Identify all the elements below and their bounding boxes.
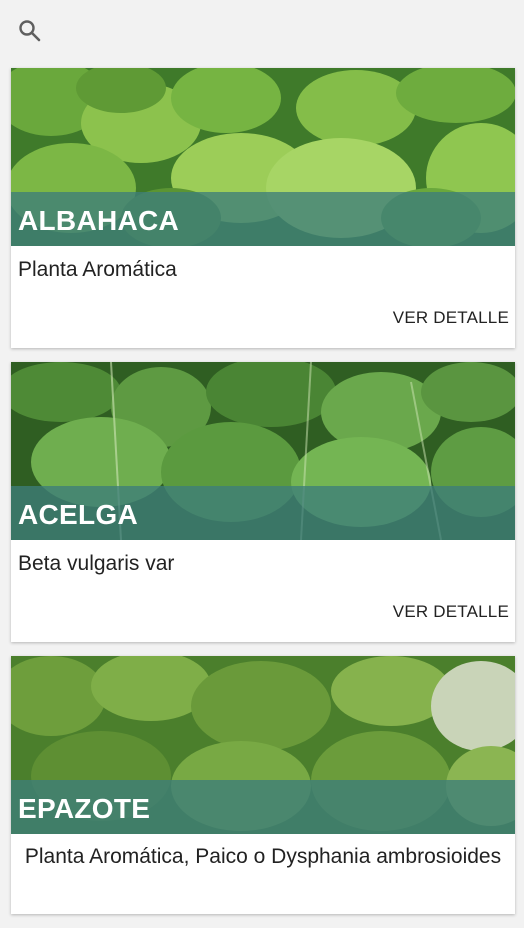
search-button[interactable] [17,18,43,44]
plant-card-epazote[interactable]: EPAZOTE Planta Aromática, Paico o Dyspha… [11,656,515,914]
plant-name: ALBAHACA [18,205,180,236]
view-detail-button[interactable]: VER DETALLE [393,306,509,330]
plant-card-albahaca[interactable]: ALBAHACA Planta Aromática VER DETALLE [11,68,515,348]
plant-description: Planta Aromática, Paico o Dysphania ambr… [24,845,502,868]
plant-image-epazote: EPAZOTE [11,656,515,834]
top-bar [0,0,524,62]
plant-list: ALBAHACA Planta Aromática VER DETALLE AC… [11,68,515,928]
search-icon [19,20,41,42]
plant-image-acelga: ACELGA [11,362,515,540]
plant-name: ACELGA [18,499,139,530]
plant-card-acelga[interactable]: ACELGA Beta vulgaris var VER DETALLE [11,362,515,642]
plant-description: Planta Aromática [18,258,177,281]
plant-image-albahaca: ALBAHACA [11,68,515,246]
plant-name: EPAZOTE [18,793,151,824]
view-detail-button[interactable]: VER DETALLE [393,600,509,624]
plant-description: Beta vulgaris var [18,552,175,575]
